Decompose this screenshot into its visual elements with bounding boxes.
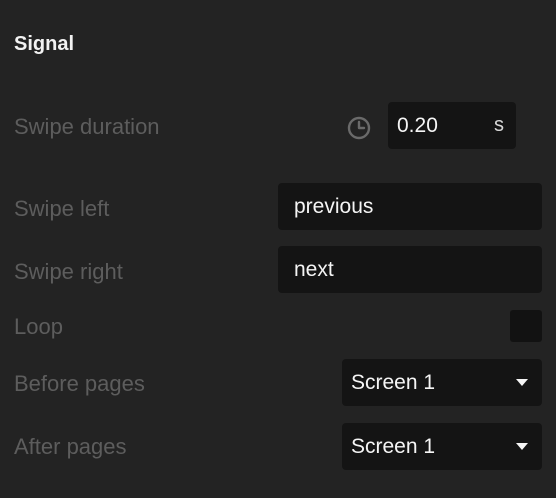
chevron-down-icon bbox=[516, 379, 528, 386]
swipe-duration-input[interactable]: 0.20 s bbox=[388, 102, 516, 149]
chevron-down-icon bbox=[516, 443, 528, 450]
swipe-right-input[interactable]: next bbox=[278, 246, 542, 293]
loop-label: Loop bbox=[14, 314, 63, 339]
swipe-duration-unit: s bbox=[494, 114, 504, 136]
swipe-left-input[interactable]: previous bbox=[278, 183, 542, 230]
clock-icon bbox=[347, 116, 371, 140]
before-pages-select[interactable]: Screen 1 bbox=[342, 359, 542, 406]
swipe-duration-label: Swipe duration bbox=[14, 114, 160, 139]
before-pages-selected: Screen 1 bbox=[351, 371, 436, 394]
swipe-left-value: previous bbox=[294, 195, 374, 218]
swipe-left-label: Swipe left bbox=[14, 196, 110, 221]
section-title: Signal bbox=[14, 33, 75, 55]
after-pages-label: After pages bbox=[14, 434, 127, 459]
swipe-duration-value: 0.20 bbox=[397, 114, 438, 137]
swipe-right-label: Swipe right bbox=[14, 259, 123, 284]
after-pages-selected: Screen 1 bbox=[351, 435, 436, 458]
loop-checkbox[interactable] bbox=[510, 310, 542, 342]
signal-panel: Signal Swipe duration 0.20 s Swipe left … bbox=[0, 0, 556, 498]
swipe-right-value: next bbox=[294, 258, 334, 281]
before-pages-label: Before pages bbox=[14, 371, 145, 396]
after-pages-select[interactable]: Screen 1 bbox=[342, 423, 542, 470]
